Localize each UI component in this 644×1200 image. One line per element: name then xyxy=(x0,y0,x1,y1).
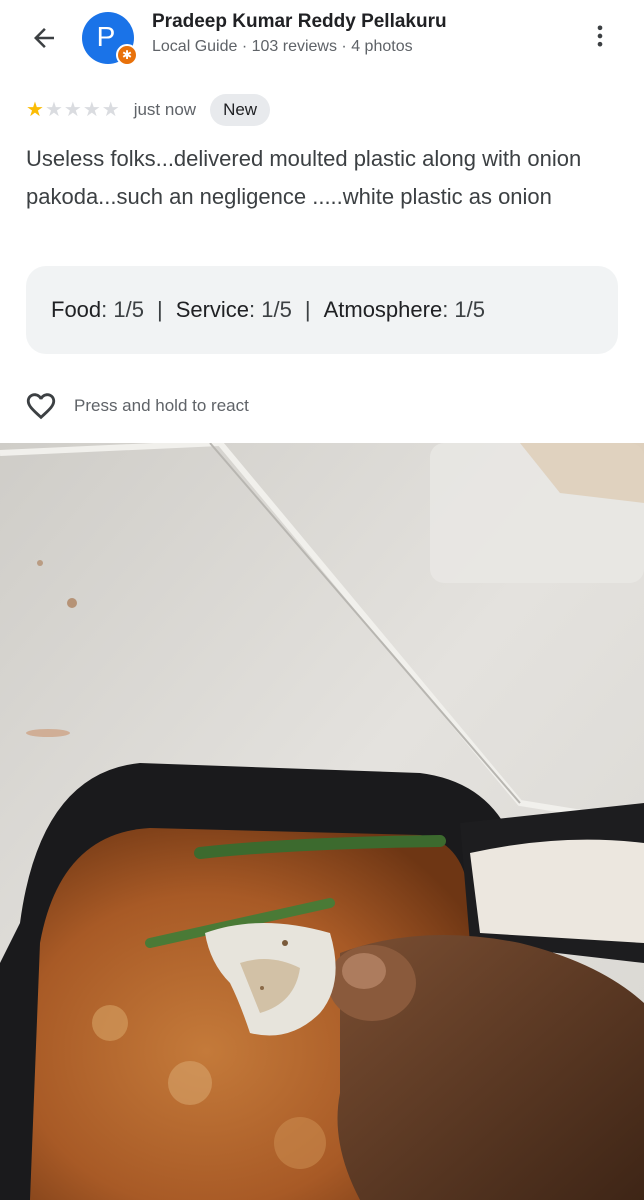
atmosphere-rating-value: : 1/5 xyxy=(442,297,486,322)
react-hint: Press and hold to react xyxy=(74,396,249,415)
food-rating-label: Food xyxy=(51,297,102,322)
star-empty-icon: ★ xyxy=(82,99,101,121)
star-rating: ★ ★ ★ ★ ★ xyxy=(26,100,120,120)
review-photo[interactable] xyxy=(0,443,644,1200)
food-rating-value: : 1/5 xyxy=(101,297,144,322)
review-header: P ✱ Pradeep Kumar Reddy Pellakuru Local … xyxy=(0,0,644,76)
star-empty-icon: ★ xyxy=(63,99,82,121)
rating-separator: | xyxy=(304,297,311,322)
sub-ratings: Food: 1/5 | Service: 1/5 | Atmosphere: 1… xyxy=(26,266,618,354)
service-rating-label: Service xyxy=(175,297,250,322)
avatar[interactable]: P ✱ xyxy=(82,12,138,66)
rating-row: ★ ★ ★ ★ ★ just now New xyxy=(26,92,271,128)
back-button[interactable] xyxy=(22,16,66,60)
review-photo-image xyxy=(0,443,644,1200)
react-button[interactable]: Press and hold to react xyxy=(24,386,249,426)
atmosphere-rating-label: Atmosphere xyxy=(323,297,443,322)
rating-separator: | xyxy=(156,297,163,322)
user-meta: Local Guide · 103 reviews · 4 photos xyxy=(152,38,413,55)
user-name[interactable]: Pradeep Kumar Reddy Pellakuru xyxy=(152,11,447,33)
new-badge: New xyxy=(210,94,271,126)
star-empty-icon: ★ xyxy=(44,99,63,121)
heart-outline-icon xyxy=(26,393,56,420)
service-rating-value: : 1/5 xyxy=(249,297,292,322)
review-time: just now xyxy=(133,100,197,119)
star-empty-icon: ★ xyxy=(101,99,120,121)
star-filled-icon: ★ xyxy=(26,99,44,121)
review-text: Useless folks...delivered moulted plasti… xyxy=(26,146,582,209)
arrow-back-icon xyxy=(34,28,54,48)
avatar-letter: P xyxy=(96,21,116,52)
local-guide-badge-icon: ✱ xyxy=(116,44,138,66)
more-vert-icon xyxy=(597,25,603,47)
more-options-button[interactable] xyxy=(578,14,622,58)
